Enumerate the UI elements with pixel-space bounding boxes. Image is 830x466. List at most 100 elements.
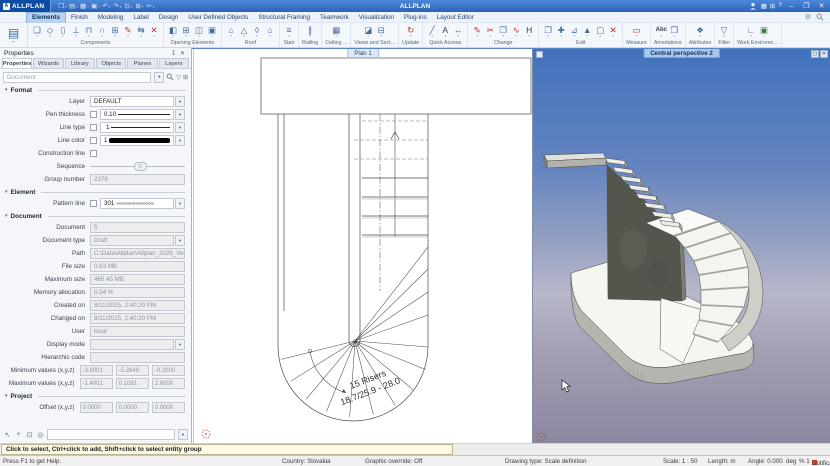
split-icon[interactable]: ✂ [484,26,496,38]
actionbar-button[interactable]: ▤ ▾ [0,23,28,47]
menu-tab-visualization[interactable]: Visualization [354,12,399,23]
section-icon[interactable]: ◪ [362,26,374,38]
arch-icon[interactable]: ∩ [96,26,108,38]
crosshair-icon[interactable]: + [14,431,23,439]
layers-icon[interactable]: ⊡ [123,2,133,10]
ring-select-icon[interactable]: ◎ [36,431,45,439]
status-angle-unit[interactable]: deg [786,458,796,465]
undo-icon[interactable]: ↶ [101,2,111,10]
dormer-icon[interactable]: △ [238,26,250,38]
tab-objects[interactable]: Objects [95,58,127,68]
section-collapse-icon[interactable]: ▾ [5,393,8,399]
delete-icon[interactable]: ✕ [607,26,619,38]
sequence-slider-thumb[interactable]: 0 [133,162,147,171]
height-icon[interactable]: H [523,26,535,38]
downstand-beam-icon[interactable]: ⊥ [70,26,82,38]
user-account-icon[interactable] [749,2,757,10]
slab-icon[interactable]: ◇ [44,26,56,38]
move-icon[interactable]: ✚ [555,26,567,38]
pen-thickness-select[interactable]: 0.10 [100,109,174,120]
text-icon[interactable]: A [439,26,451,38]
view-menu-icon[interactable] [536,51,543,58]
select-box-icon[interactable]: ▢ [594,26,606,38]
quick-search-combobox[interactable] [47,429,175,440]
pin-icon[interactable]: ↧ [169,50,178,57]
minimize-button[interactable]: – [786,3,797,10]
close-icon[interactable]: ✕ [178,50,187,57]
status-angle[interactable]: Angle: 0.000 [748,458,783,465]
help-icon[interactable]: ? [778,2,782,10]
rotate-icon[interactable]: ⊿ [568,26,580,38]
section-collapse-icon[interactable]: ▾ [5,189,8,195]
status-graphic-override[interactable]: Graphic override: Off [365,458,422,465]
status-country[interactable]: Country: Slovakia [282,458,331,465]
save-icon[interactable]: ▦ [79,2,89,10]
shop-icon[interactable]: ⊞ [770,2,775,10]
menu-tab-finish[interactable]: Finish [66,12,93,23]
plan-drawing[interactable]: 15 Risers 18.7/25.9 - 28.0 [194,49,533,443]
titlebar-icons[interactable]: ▦ ⊞? [761,2,782,10]
apps-icon[interactable]: ▦ [761,2,767,10]
tab-layers[interactable]: Layers [158,58,189,68]
selection-filter-input[interactable]: Document [3,71,152,83]
line-type-select[interactable]: 1 [100,122,174,133]
roof-frame-icon[interactable]: ⌂ [264,26,276,38]
status-percent[interactable]: % 1 [799,458,810,465]
railing-icon[interactable]: ∥ [304,26,316,38]
dropdown-arrow-icon[interactable]: ▾ [154,71,165,83]
framework-icon[interactable]: ⊞ [109,26,121,38]
box-select-icon[interactable]: ⊡ [25,431,34,439]
open-icon[interactable]: ▤ [68,2,78,10]
menu-tab-layout-editor[interactable]: Layout Editor [432,12,479,23]
status-length-unit[interactable]: Length: m [708,458,736,465]
project-icon[interactable]: ❐ [57,2,67,10]
update-3d-icon[interactable]: ↻ [405,26,417,38]
delete-wall-icon[interactable]: ✕ [148,26,160,38]
tab-planes[interactable]: Planes [127,58,158,68]
mirror-icon[interactable]: ▲ [581,26,593,38]
search-icon[interactable] [166,73,174,81]
line-type-checkbox[interactable] [90,124,97,131]
maximize-button[interactable]: ❐ [801,2,812,10]
dropdown-arrow-icon[interactable]: ▾ [175,135,185,146]
section-collapse-icon[interactable]: ▾ [5,213,8,219]
plan-viewport[interactable]: Plan 1 15 Risers 18.7/25.9 - 28.0 [193,49,532,443]
perspective-view-tab[interactable]: Central perspective 2 [643,49,720,58]
tools-icon[interactable]: ✂ [145,2,155,10]
dimension-icon[interactable]: ↔ [452,26,464,38]
view-restore-button[interactable]: ▢ [811,50,819,58]
menu-tab-design[interactable]: Design [154,12,184,23]
smart-opening-icon[interactable]: ▣ [206,26,218,38]
dropdown-arrow-icon[interactable]: ▾ [175,122,185,133]
menu-tab-label[interactable]: Label [128,12,153,23]
niche-icon[interactable]: ◫ [193,26,205,38]
wall-icon[interactable]: ❏ [31,26,43,38]
text-abc-icon[interactable]: Abc [655,26,667,38]
stair-icon[interactable]: ≡ [283,26,295,38]
join-walls-icon[interactable]: ⇆ [135,26,147,38]
select-arrow-icon[interactable]: ↖ [3,431,12,439]
door-icon[interactable]: ◧ [167,26,179,38]
workspace-icon[interactable]: ∟ [745,26,757,38]
pattern-line-checkbox[interactable] [90,200,97,207]
menu-tab-teamwork[interactable]: Teamwork [315,12,354,23]
menu-tab-user-defined-objects[interactable]: User Defined Objects [183,12,253,23]
sheet-icon[interactable]: ❐ [668,26,680,38]
menu-tab-modeling[interactable]: Modeling [93,12,129,23]
window-icon[interactable]: ⊞ [180,26,192,38]
settings-grid-icon[interactable]: ⊞ [183,74,188,81]
search-icon[interactable] [816,13,824,21]
status-drawing-type[interactable]: Drawing type: Scale definition [505,458,587,465]
edit-pen-icon[interactable]: ✎ [471,26,483,38]
dropdown-arrow-icon[interactable]: ▾ [178,429,188,440]
pattern-line-select[interactable]: 301 ∞∞∞∞∞∞∞∞∞∞∞ [100,198,174,209]
menu-tab-plug-ins[interactable]: Plug-ins [399,12,432,23]
copy-icon[interactable]: ▣ [90,2,100,10]
dropdown-arrow-icon[interactable]: ▾ [175,198,185,209]
dropdown-arrow-icon[interactable]: ▾ [175,235,185,246]
status-scale[interactable]: Scale: 1 : 50 [663,458,697,465]
monitor-icon[interactable]: ▣ [758,26,770,38]
attributes-icon[interactable]: ❖ [694,26,706,38]
pen-thickness-checkbox[interactable] [90,111,97,118]
section-collapse-icon[interactable]: ▾ [5,87,8,93]
